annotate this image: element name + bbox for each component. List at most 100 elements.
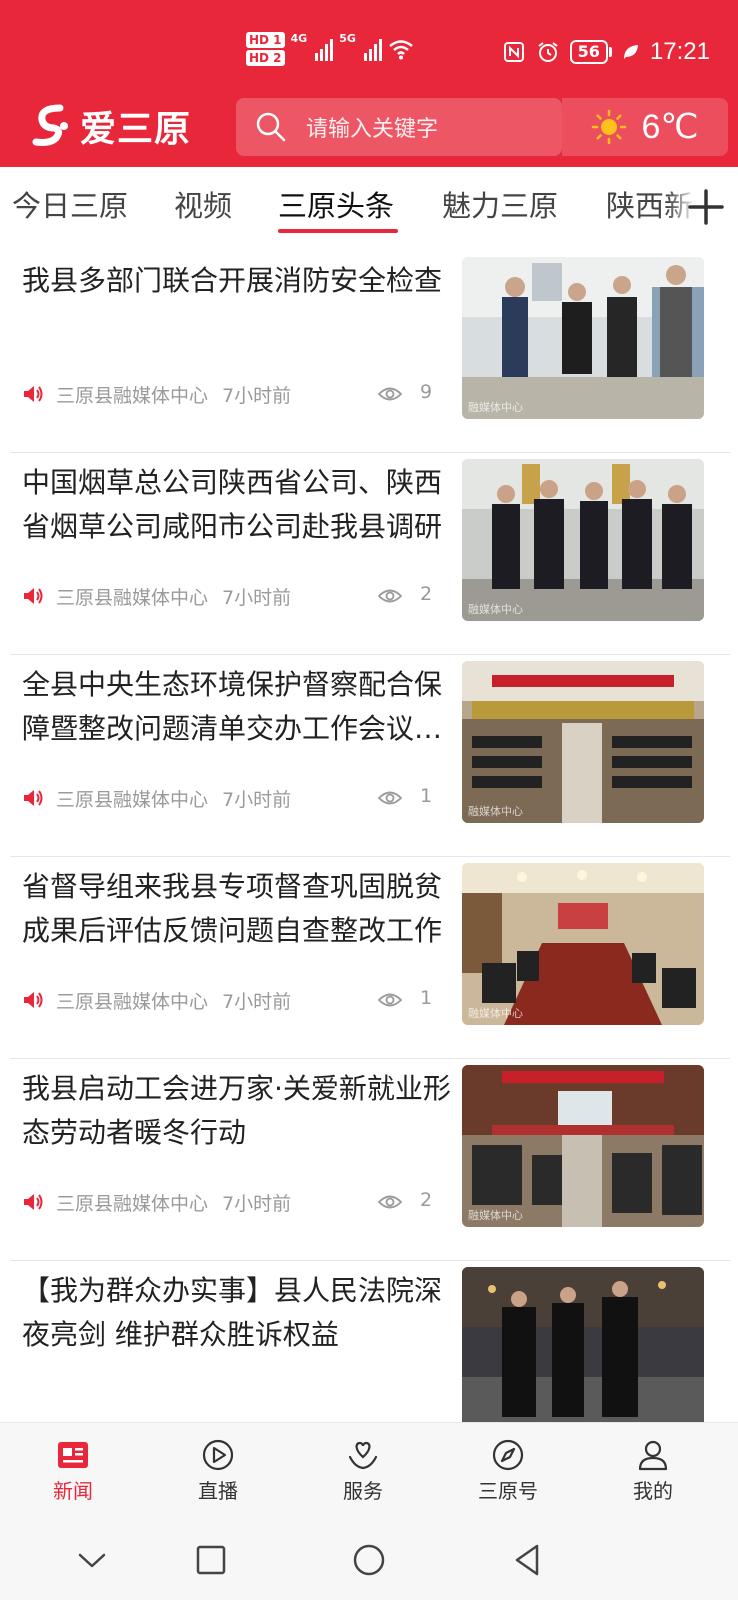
- speaker-icon[interactable]: [22, 1191, 44, 1213]
- sun-icon: [592, 109, 627, 145]
- view-count: 9: [420, 381, 433, 403]
- news-thumbnail[interactable]: [462, 1267, 704, 1422]
- system-indicators: 56 17:21: [502, 38, 710, 66]
- photo-meeting-hall: 融媒体中心: [462, 661, 704, 823]
- weather-temperature: 6℃: [641, 108, 699, 146]
- recent-apps-icon[interactable]: [193, 1542, 229, 1578]
- nav-news[interactable]: 新闻: [23, 1437, 123, 1504]
- photo-watermark: 融媒体中心: [468, 804, 523, 818]
- logo-mark-icon: [32, 104, 68, 146]
- eye-icon: [378, 589, 402, 603]
- nav-label: 三原号: [478, 1479, 538, 1503]
- nav-service[interactable]: 服务: [313, 1437, 413, 1504]
- tab-headlines[interactable]: 三原头条: [278, 183, 394, 225]
- logo-text: 爱三原: [80, 108, 192, 150]
- photo-auditorium: 融媒体中心: [462, 1065, 704, 1227]
- news-thumbnail[interactable]: 融媒体中心: [462, 257, 704, 419]
- chevron-down-icon[interactable]: [74, 1542, 110, 1578]
- search-placeholder: 请输入关键字: [306, 117, 439, 142]
- news-source: 三原县融媒体中心: [56, 586, 209, 609]
- news-source: 三原县融媒体中心: [56, 990, 209, 1013]
- news-card[interactable]: 我县多部门联合开展消防安全检查 三原县融媒体中心 7小时前 9 融媒体中心: [10, 247, 730, 453]
- news-meta: 三原县融媒体中心 7小时前 9: [22, 379, 442, 409]
- play-icon: [202, 1439, 234, 1471]
- news-icon: [58, 1442, 88, 1468]
- speaker-icon[interactable]: [22, 585, 44, 607]
- back-icon[interactable]: [509, 1542, 545, 1578]
- bottom-navigation: 新闻 直播 服务 三原号 我的: [0, 1422, 738, 1530]
- news-thumbnail[interactable]: 融媒体中心: [462, 1065, 704, 1227]
- battery-indicator: 56: [569, 40, 612, 64]
- app-logo: 爱三原: [30, 100, 191, 152]
- photo-watermark: 融媒体中心: [468, 602, 523, 616]
- nav-profile[interactable]: 我的: [603, 1437, 703, 1504]
- weather-widget[interactable]: 6℃: [562, 98, 728, 156]
- news-meta: 三原县融媒体中心 7小时前 2: [22, 1187, 442, 1217]
- search-bar[interactable]: 请输入关键字: [236, 98, 562, 156]
- nav-live[interactable]: 直播: [168, 1437, 268, 1504]
- nfc-icon: [503, 42, 524, 62]
- tab-video[interactable]: 视频: [174, 183, 232, 225]
- news-thumbnail[interactable]: 融媒体中心: [462, 863, 704, 1025]
- news-meta: 三原县融媒体中心 7小时前 1: [22, 985, 442, 1015]
- signal-icon: [363, 37, 382, 61]
- eye-icon: [378, 1195, 402, 1209]
- news-card[interactable]: 【我为群众办实事】县人民法院深夜亮剑 维护群众胜诉权益: [10, 1257, 730, 1422]
- news-time: 7小时前: [222, 1192, 292, 1215]
- power-saving-icon: [623, 45, 638, 59]
- photo-court-night: [462, 1267, 704, 1422]
- add-channel-icon[interactable]: [686, 187, 726, 227]
- tab-charm[interactable]: 魅力三原: [442, 183, 558, 225]
- active-tab-indicator: [278, 229, 398, 233]
- network-type-1: 4G: [290, 32, 308, 45]
- news-card[interactable]: 全县中央生态环境保护督察配合保障暨整改问题清单交办工作会议召开 三原县融媒体中心…: [10, 651, 730, 857]
- network-indicators: HD 1 HD 2 4G 5G: [246, 32, 414, 66]
- photo-conference-table: 融媒体中心: [462, 863, 704, 1025]
- network-type-2: 5G: [339, 32, 356, 45]
- signal-icon: [315, 37, 334, 61]
- news-meta: 三原县融媒体中心 7小时前 1: [22, 783, 442, 813]
- compass-icon: [492, 1439, 524, 1471]
- news-title: 【我为群众办实事】县人民法院深夜亮剑 维护群众胜诉权益: [22, 1274, 443, 1351]
- news-title: 我县多部门联合开展消防安全检查: [22, 264, 443, 297]
- service-icon: [348, 1441, 378, 1470]
- news-card[interactable]: 我县启动工会进万家·关爱新就业形态劳动者暖冬行动 三原县融媒体中心 7小时前 2: [10, 1055, 730, 1261]
- news-source: 三原县融媒体中心: [56, 1192, 209, 1215]
- view-count: 1: [420, 785, 433, 807]
- photo-watermark: 融媒体中心: [468, 1006, 523, 1020]
- eye-icon: [378, 387, 402, 401]
- photo-watermark: 融媒体中心: [468, 1208, 523, 1222]
- system-navigation-bar: [0, 1530, 738, 1600]
- photo-fire-inspection: 融媒体中心: [462, 257, 704, 419]
- news-title: 我县启动工会进万家·关爱新就业形态劳动者暖冬行动: [22, 1072, 451, 1149]
- hd2-badge: HD 2: [246, 50, 285, 66]
- news-time: 7小时前: [222, 990, 292, 1013]
- speaker-icon[interactable]: [22, 383, 44, 405]
- news-time: 7小时前: [222, 788, 292, 811]
- news-time: 7小时前: [222, 384, 292, 407]
- view-count: 2: [420, 1189, 433, 1211]
- view-count: 1: [420, 987, 433, 1009]
- clock: 17:21: [649, 38, 710, 65]
- photo-watermark: 融媒体中心: [468, 400, 523, 414]
- category-tabs: 今日三原 视频 三原头条 魅力三原 陕西新: [0, 167, 738, 247]
- nav-sanyuan-hao[interactable]: 三原号: [458, 1437, 558, 1504]
- home-icon[interactable]: [351, 1542, 387, 1578]
- news-source: 三原县融媒体中心: [56, 384, 209, 407]
- news-source: 三原县融媒体中心: [56, 788, 209, 811]
- speaker-icon[interactable]: [22, 989, 44, 1011]
- wifi-icon: [389, 40, 413, 60]
- search-icon: [256, 112, 286, 142]
- app-header: HD 1 HD 2 4G 5G 56 17:21 爱三原 请输入关键字 6℃: [0, 0, 738, 167]
- news-title: 全县中央生态环境保护督察配合保障暨整改问题清单交办工作会议召开: [22, 668, 443, 745]
- tab-today[interactable]: 今日三原: [12, 183, 128, 225]
- news-feed: 我县多部门联合开展消防安全检查 三原县融媒体中心 7小时前 9 融媒体中心 中国…: [0, 247, 738, 1422]
- nav-label: 我的: [633, 1479, 673, 1503]
- alarm-icon: [538, 42, 558, 62]
- battery-level: 56: [569, 40, 608, 64]
- news-card[interactable]: 中国烟草总公司陕西省公司、陕西省烟草公司咸阳市公司赴我县调研 三原县融媒体中心 …: [10, 449, 730, 655]
- news-thumbnail[interactable]: 融媒体中心: [462, 459, 704, 621]
- news-card[interactable]: 省督导组来我县专项督查巩固脱贫成果后评估反馈问题自查整改工作 三原县融媒体中心 …: [10, 853, 730, 1059]
- speaker-icon[interactable]: [22, 787, 44, 809]
- news-thumbnail[interactable]: 融媒体中心: [462, 661, 704, 823]
